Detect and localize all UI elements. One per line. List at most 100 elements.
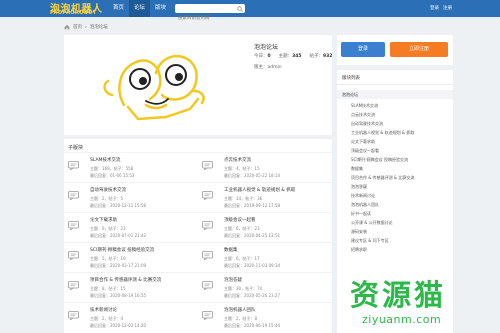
- home-icon: [64, 24, 70, 30]
- action-buttons-card: 登录 立即注册: [337, 35, 453, 65]
- board-list-item[interactable]: 泡泡机器人团队: [337, 200, 453, 209]
- chat-icon: [202, 281, 213, 290]
- subforum-name[interactable]: 自动驾驶技术交流: [90, 187, 126, 193]
- login-link[interactable]: 登录: [430, 0, 439, 17]
- subforum-item[interactable]: 工业机器人视觉 & 轨迹规划 & 抓取 主题：14，帖子：36 最后回复：201…: [198, 182, 332, 212]
- chat-icon: [68, 311, 79, 320]
- breadcrumb: 首页 › 泡泡论坛: [64, 22, 108, 32]
- subforum-last-reply: 最后回复：2020-05-26 23:27: [224, 293, 281, 298]
- subforum-item[interactable]: 泡泡机器人团队 主题：2，帖子：8 最后回复：2020-06-19 15:44: [198, 302, 332, 332]
- board-list-group[interactable]: 泡泡论坛: [337, 90, 453, 99]
- board-list-item[interactable]: 自动驾驶技术交流: [337, 119, 453, 128]
- chat-icon: [202, 251, 213, 260]
- subforum-item[interactable]: 顶级会议一起看 主题：6，帖子：23 最后回复：2020-04-25 13:51: [198, 212, 332, 242]
- subforum-name[interactable]: 论文下载求助: [90, 217, 117, 223]
- chat-icon: [68, 281, 79, 290]
- subforum-counts: 主题：5，帖子：19: [90, 256, 126, 261]
- subforum-name[interactable]: 工业机器人视觉 & 轨迹规划 & 抓取: [224, 187, 295, 193]
- chat-icon: [68, 221, 79, 230]
- chat-icon: [202, 311, 213, 320]
- subforum-item[interactable]: 泡泡答疑 主题：30，帖子：74 最后回复：2020-05-26 23:27: [198, 272, 332, 302]
- nav-boards[interactable]: 版块: [150, 0, 171, 17]
- subforum-last-reply: 最后回复：2020-06-19 15:44: [224, 323, 281, 328]
- board-list-item[interactable]: 数据集: [337, 164, 453, 173]
- subforum-counts: 主题：14，帖子：36: [224, 196, 263, 201]
- watermark-logo-text: 资源猫: [350, 278, 447, 312]
- board-list-item[interactable]: SCI期刊·顾稿会议 投稿经验交流: [337, 155, 453, 164]
- board-list-item[interactable]: 点云技术交流: [337, 110, 453, 119]
- subforum-counts: 主题：2，帖子：5: [90, 196, 124, 201]
- search-input[interactable]: [175, 14, 235, 23]
- subforum-item[interactable]: 论文下载求助 主题：9，帖子：23 最后回复：2020-07-01 21:42: [64, 212, 198, 242]
- subforum-counts: 主题：9，帖子：23: [90, 226, 126, 231]
- subforum-item[interactable]: 项目合作 & 传感器评测 & 比赛交流 主题：8，帖子：15 最后回复：2020…: [64, 272, 198, 302]
- breadcrumb-separator: ›: [85, 24, 87, 30]
- subforum-last-reply: 最后回复：2020-12-03 14:20: [90, 323, 147, 328]
- subforum-item[interactable]: 自动驾驶技术交流 主题：2，帖子：5 最后回复：2020-12-11 15:58: [64, 182, 198, 212]
- board-list-item[interactable]: 论文下载求助: [337, 137, 453, 146]
- register-link[interactable]: 注册: [443, 0, 452, 17]
- subforum-last-reply: 最后回复：2020-08-19 16:55: [90, 293, 147, 298]
- board-list-item[interactable]: 顶级会议一起看: [337, 146, 453, 155]
- subforum-name[interactable]: 项目合作 & 传感器评测 & 比赛交流: [90, 277, 161, 283]
- subforum-counts: 主题：6，帖子：23: [224, 226, 260, 231]
- nav-forum[interactable]: 论坛: [129, 0, 151, 17]
- forum-moderator: 版主：admin: [254, 65, 282, 70]
- search-box: [175, 4, 245, 23]
- board-list-item[interactable]: 建议专区 & 问下专区: [337, 236, 453, 245]
- breadcrumb-home[interactable]: 首页: [73, 24, 82, 30]
- board-list-item[interactable]: 好书一起读: [337, 209, 453, 218]
- auth-links: 登录 注册: [430, 0, 452, 17]
- subforum-name[interactable]: 泡泡答疑: [224, 277, 242, 283]
- divider: [337, 84, 453, 85]
- subforum-item[interactable]: 数据集 主题：6，帖子：17 最后回复：2020-11-03 09:34: [198, 242, 332, 272]
- board-list-item[interactable]: SLAM技术交流: [337, 101, 453, 110]
- chat-icon: [68, 251, 79, 260]
- subforum-item[interactable]: SCI期刊·顾稿会议 投稿经验交流 主题：5，帖子：19 最后回复：2020-0…: [64, 242, 198, 272]
- subforum-card: 子版块 SLAM技术交流 主题：169，帖子：556 最后回复：01-06 15…: [64, 139, 332, 333]
- subforum-name[interactable]: 点云技术交流: [224, 157, 251, 163]
- subforum-name[interactable]: SCI期刊·顾稿会议 投稿经验交流: [90, 247, 154, 253]
- watermark-url: ziyuanm.com: [362, 313, 442, 326]
- chat-icon: [202, 191, 213, 200]
- forum-stats: 今日：0 主题：345 帖子：932: [254, 53, 332, 59]
- login-button[interactable]: 登录: [341, 42, 385, 57]
- subforum-item[interactable]: 技术新闻讨论 主题：2，帖子：4 最后回复：2020-12-03 14:20: [64, 302, 198, 332]
- board-list-item[interactable]: 泡泡答疑: [337, 182, 453, 191]
- board-list-title: 版块列表: [342, 76, 360, 81]
- subforum-counts: 主题：2，帖子：4: [90, 316, 124, 321]
- subforum-last-reply: 最后回复：01-06 15:53: [90, 173, 135, 178]
- watermark: 资源猫 ziyuanm.com: [350, 278, 500, 333]
- subforum-name[interactable]: 顶级会议一起看: [224, 217, 256, 223]
- subforum-heading: 子版块: [68, 145, 84, 151]
- subforum-item[interactable]: 点云技术交流 主题：4，帖子：15 最后回复：2020-05-22 18:14: [198, 152, 332, 182]
- subforum-name[interactable]: 技术新闻讨论: [90, 307, 117, 313]
- forum-title: 泡泡论坛: [254, 44, 279, 51]
- forum-header-card: 泡泡论坛 今日：0 主题：345 帖子：932 版主：admin: [64, 35, 332, 135]
- search-icon[interactable]: [237, 5, 243, 12]
- board-list-item[interactable]: 源码安装: [337, 227, 453, 236]
- stat-threads: 主题：345: [278, 54, 302, 59]
- breadcrumb-current[interactable]: 泡泡论坛: [90, 24, 108, 30]
- logo-subtext: PAOPAOROBOT: [50, 10, 97, 16]
- subforum-last-reply: 最后回复：2020-07-01 21:42: [90, 233, 147, 238]
- nav-home[interactable]: 首页: [108, 0, 129, 17]
- subforum-name[interactable]: 泡泡机器人团队: [224, 307, 256, 313]
- board-list-item[interactable]: 招聘求职: [337, 245, 453, 254]
- board-list-item[interactable]: 项目合作 & 传感器评测 & 比赛交流: [337, 173, 453, 182]
- register-button[interactable]: 立即注册: [390, 42, 448, 57]
- top-navbar: 泡泡机器人 PAOPAOROBOT 首页 论坛 版块 登录 注册: [0, 0, 500, 23]
- subforum-name[interactable]: 数据集: [224, 247, 238, 253]
- board-list-item[interactable]: 技术新闻讨论: [337, 191, 453, 200]
- main-nav: 首页 论坛 版块: [108, 0, 171, 17]
- subforum-item[interactable]: SLAM技术交流 主题：169，帖子：556 最后回复：01-06 15:53: [64, 152, 198, 182]
- board-list-item[interactable]: 工业机器人视觉 & 轨迹规划 & 抓取: [337, 128, 453, 137]
- stat-posts: 帖子：932: [309, 54, 333, 59]
- site-logo[interactable]: 泡泡机器人 PAOPAOROBOT: [48, 0, 106, 17]
- subforum-counts: 主题：169，帖子：556: [90, 166, 134, 171]
- board-list-item[interactable]: 公开课 & 公开数据讨论: [337, 218, 453, 227]
- subforum-name[interactable]: SLAM技术交流: [90, 157, 120, 163]
- subforum-last-reply: 最后回复：2020-04-25 13:51: [224, 233, 281, 238]
- chat-icon: [202, 221, 213, 230]
- chat-icon: [68, 161, 79, 170]
